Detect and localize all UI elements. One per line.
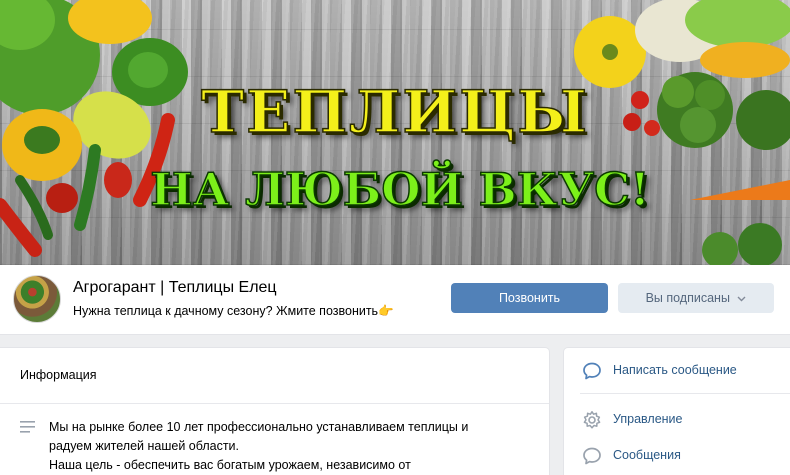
call-button[interactable]: Позвонить — [451, 283, 608, 313]
group-header: Агрогарант | Теплицы Елец Нужна теплица … — [0, 265, 790, 335]
side-actions: Написать сообщение Управление Сообщения — [564, 348, 790, 475]
subscribed-button[interactable]: Вы подписаны — [618, 283, 774, 313]
group-status: Нужна теплица к дачному сезону? Жмите по… — [73, 304, 394, 318]
description-line: радуем жителей нашей области. — [49, 439, 240, 453]
cover-headline: ТЕПЛИЦЫ — [200, 77, 589, 147]
description-line: Мы на рынке более 10 лет профессионально… — [49, 420, 469, 434]
message-icon — [583, 362, 601, 380]
description-icon — [20, 421, 35, 433]
write-message-label: Написать сообщение — [613, 363, 737, 377]
manage-button[interactable]: Управление — [564, 403, 790, 437]
cover-subheadline: НА ЛЮБОЙ ВКУС! — [150, 162, 651, 217]
info-heading: Информация — [0, 348, 549, 404]
info-description: Мы на рынке более 10 лет профессионально… — [0, 404, 549, 475]
avatar[interactable] — [13, 275, 61, 323]
chat-bubble-icon — [583, 447, 601, 465]
info-card: Информация Мы на рынке более 10 лет проф… — [0, 348, 549, 475]
cover-image: ТЕПЛИЦЫ НА ЛЮБОЙ ВКУС! — [0, 0, 790, 265]
write-message-button[interactable]: Написать сообщение — [564, 354, 790, 388]
description-line: Наша цель - обеспечить вас богатым урожа… — [49, 458, 411, 472]
divider — [580, 393, 790, 394]
gear-icon — [583, 411, 601, 429]
page-title: Агрогарант | Теплицы Елец — [73, 279, 277, 296]
manage-label: Управление — [613, 412, 683, 426]
messages-button[interactable]: Сообщения — [564, 439, 790, 473]
subscribed-label: Вы подписаны — [645, 291, 730, 305]
chevron-down-icon — [737, 296, 746, 302]
messages-label: Сообщения — [613, 448, 681, 462]
